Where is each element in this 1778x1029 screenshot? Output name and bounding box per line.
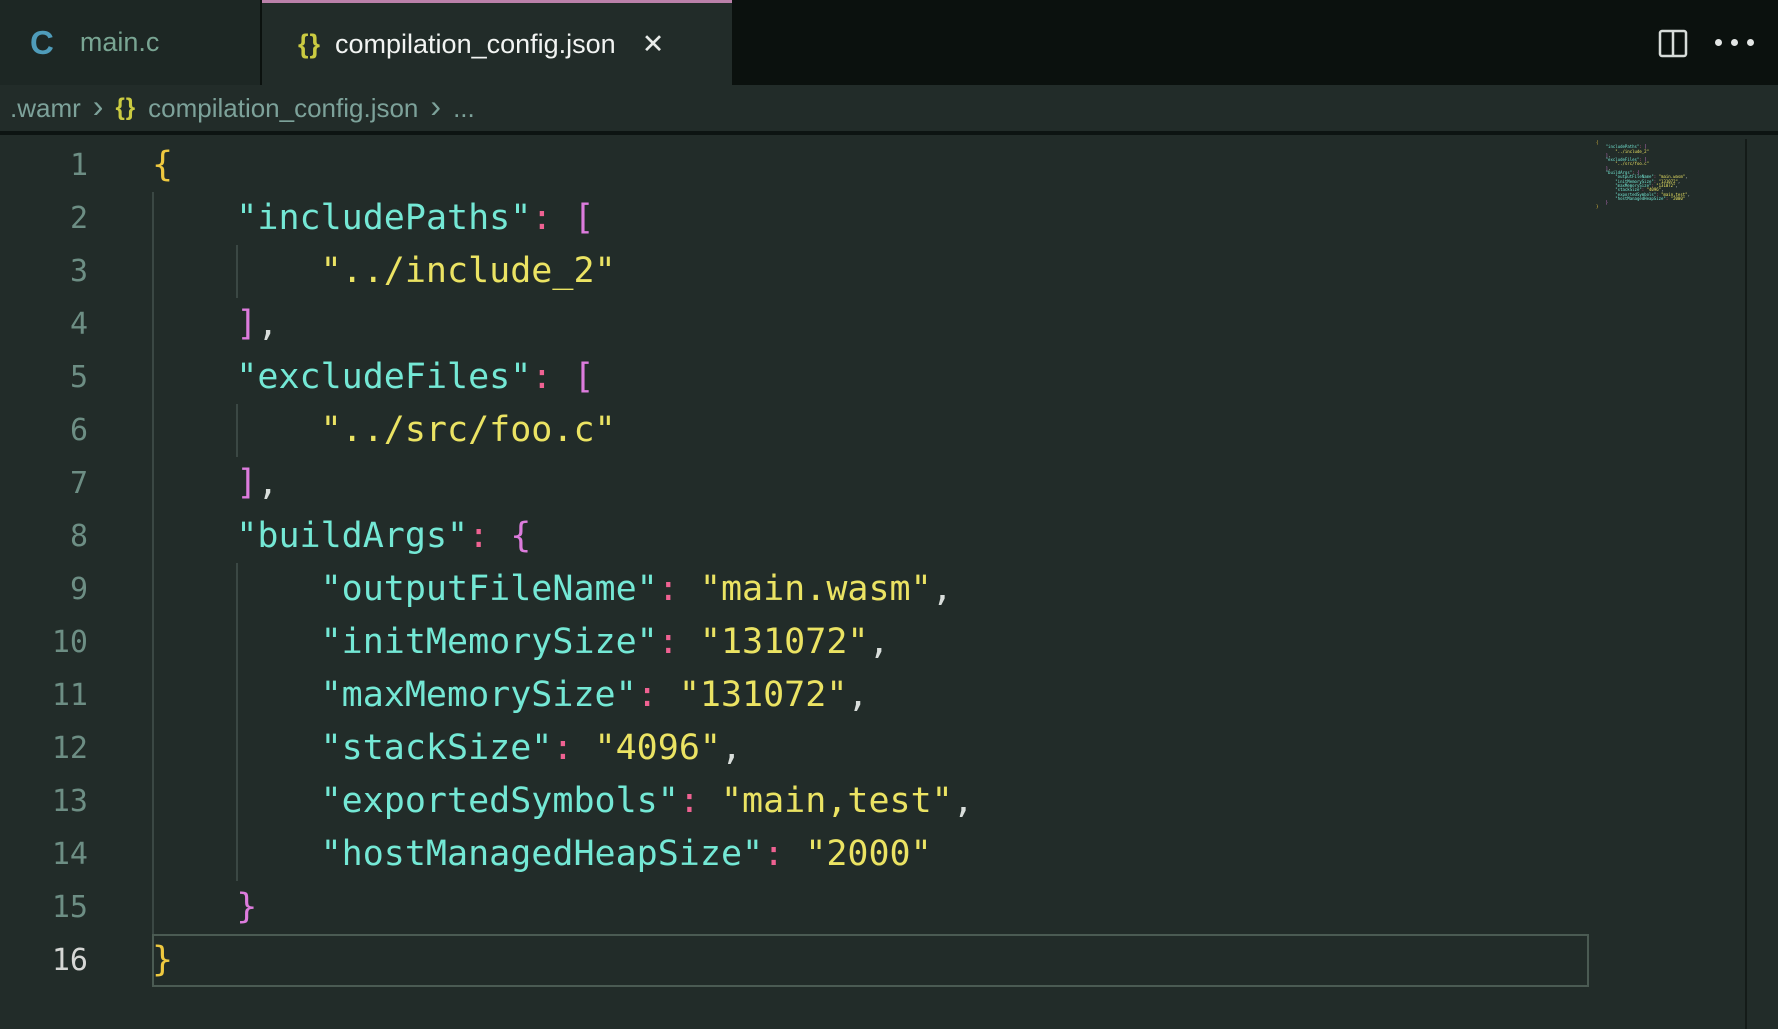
code-line[interactable]: 1{: [0, 139, 1778, 192]
code-line[interactable]: 7 ],: [0, 457, 1778, 510]
code-line[interactable]: 15 }: [0, 881, 1778, 934]
close-icon[interactable]: ✕: [642, 29, 665, 60]
code-line[interactable]: 5 "excludeFiles": [: [0, 351, 1778, 404]
line-number[interactable]: 11: [0, 669, 88, 722]
code-line[interactable]: 13 "exportedSymbols": "main,test",: [0, 775, 1778, 828]
tab-compilation-config-json[interactable]: {} compilation_config.json ✕: [262, 0, 732, 85]
code-line[interactable]: 2 "includePaths": [: [0, 192, 1778, 245]
breadcrumb-file[interactable]: compilation_config.json: [148, 93, 418, 124]
minimap-line: }: [1596, 205, 1741, 209]
code-lines: 1{2 "includePaths": [3 "../include_2"4 ]…: [0, 139, 1778, 987]
chevron-right-icon: ›: [93, 88, 104, 125]
breadcrumb-symbol-more[interactable]: ...: [453, 93, 475, 124]
more-actions-icon[interactable]: [1715, 39, 1754, 46]
line-number[interactable]: 12: [0, 722, 88, 775]
code-line[interactable]: 4 ],: [0, 298, 1778, 351]
line-number[interactable]: 13: [0, 775, 88, 828]
code-line[interactable]: 8 "buildArgs": {: [0, 510, 1778, 563]
tab-label: compilation_config.json: [335, 29, 616, 60]
tab-main-c[interactable]: C main.c: [0, 0, 260, 85]
json-braces-icon: {}: [115, 94, 136, 122]
line-number[interactable]: 14: [0, 828, 88, 881]
line-number[interactable]: 5: [0, 351, 88, 404]
minimap-right-border: [1745, 139, 1747, 1029]
code-line[interactable]: 12 "stackSize": "4096",: [0, 722, 1778, 775]
tab-bar: C main.c {} compilation_config.json ✕: [0, 0, 1778, 85]
code-line[interactable]: 9 "outputFileName": "main.wasm",: [0, 563, 1778, 616]
json-braces-icon: {}: [298, 29, 321, 60]
line-number[interactable]: 7: [0, 457, 88, 510]
minimap[interactable]: { "includePaths": [ "../include_2" ], "e…: [1596, 141, 1741, 210]
breadcrumb-folder[interactable]: .wamr: [10, 93, 81, 124]
code-line[interactable]: 14 "hostManagedHeapSize": "2000": [0, 828, 1778, 881]
line-number[interactable]: 3: [0, 245, 88, 298]
line-number[interactable]: 16: [0, 934, 88, 987]
line-number[interactable]: 10: [0, 616, 88, 669]
breadcrumb: .wamr › {} compilation_config.json › ...: [0, 85, 1778, 135]
code-line[interactable]: 6 "../src/foo.c": [0, 404, 1778, 457]
line-number[interactable]: 15: [0, 881, 88, 934]
code-line[interactable]: 16}: [0, 934, 1778, 987]
code-line[interactable]: 11 "maxMemorySize": "131072",: [0, 669, 1778, 722]
editor-actions: [1657, 0, 1778, 85]
code-editor[interactable]: 1{2 "includePaths": [3 "../include_2"4 ]…: [0, 139, 1778, 1029]
c-file-icon: C: [30, 24, 54, 62]
tab-label: main.c: [80, 27, 160, 58]
line-number[interactable]: 1: [0, 139, 88, 192]
code-line[interactable]: 3 "../include_2": [0, 245, 1778, 298]
line-number[interactable]: 6: [0, 404, 88, 457]
line-number[interactable]: 2: [0, 192, 88, 245]
line-number[interactable]: 9: [0, 563, 88, 616]
split-editor-icon[interactable]: [1657, 27, 1689, 59]
code-line[interactable]: 10 "initMemorySize": "131072",: [0, 616, 1778, 669]
line-number[interactable]: 4: [0, 298, 88, 351]
line-number[interactable]: 8: [0, 510, 88, 563]
chevron-right-icon: ›: [430, 88, 441, 125]
